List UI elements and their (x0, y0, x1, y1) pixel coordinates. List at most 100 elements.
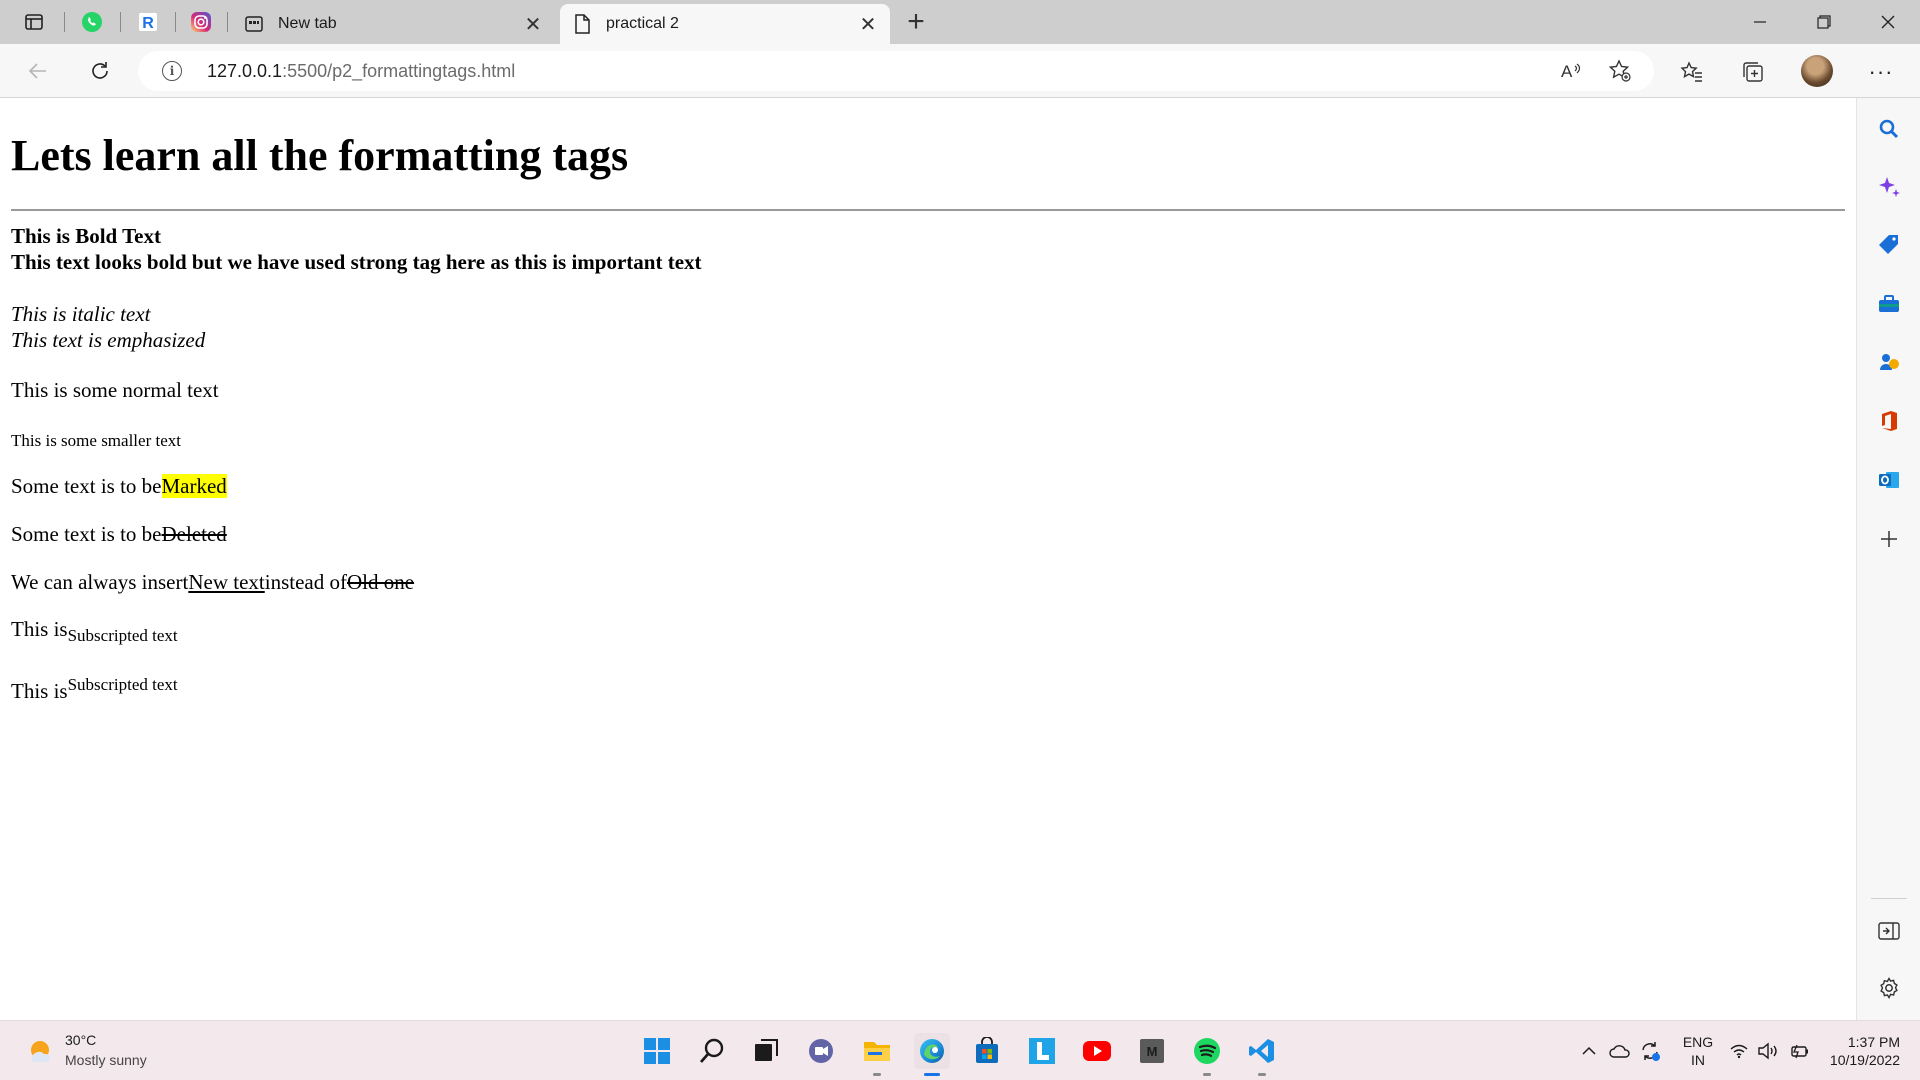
shopping-icon[interactable] (1871, 227, 1907, 263)
search-icon[interactable] (694, 1033, 730, 1069)
marked-line: Some text is to beMarked (11, 473, 227, 499)
l-app-icon[interactable] (1024, 1033, 1060, 1069)
language-code: ENG (1682, 1034, 1714, 1050)
office-icon[interactable] (1871, 403, 1907, 439)
weather-temperature[interactable]: 30°C (65, 1032, 96, 1048)
address-url[interactable]: 127.0.0.1:5500/p2_formattingtags.html (207, 61, 515, 82)
windows-taskbar: 30°C Mostly sunny M ENG IN 1:37 PM 10/19… (0, 1020, 1920, 1080)
deleted-text: Deleted (161, 522, 227, 546)
instagram-icon[interactable] (187, 8, 215, 36)
restore-button[interactable] (1792, 0, 1856, 44)
inserted-line: We can always insertNew textinstead ofOl… (11, 569, 414, 595)
file-explorer-icon[interactable] (859, 1033, 895, 1069)
teams-chat-icon[interactable] (803, 1033, 839, 1069)
tab-practical-2[interactable]: practical 2 ✕ (560, 4, 890, 44)
sidebar-divider (1871, 898, 1907, 899)
show-hidden-icons-icon[interactable] (1576, 1039, 1602, 1063)
vscode-icon[interactable] (1244, 1033, 1280, 1069)
start-icon[interactable] (639, 1033, 675, 1069)
active-indicator (924, 1073, 940, 1076)
superscript-text: Subscripted text (67, 675, 178, 694)
browser-toolbar: i 127.0.0.1:5500/p2_formattingtags.html … (0, 44, 1920, 98)
edge-sidebar (1856, 98, 1920, 1020)
hide-sidebar-icon[interactable] (1871, 913, 1907, 949)
weather-sun-icon[interactable] (27, 1037, 53, 1063)
horizontal-rule (11, 209, 1845, 211)
inserted-middle: instead of (264, 570, 347, 594)
tab-new-tab[interactable]: New tab ✕ (232, 4, 555, 44)
input-language[interactable]: ENG IN (1678, 1033, 1718, 1069)
add-sidebar-item-icon[interactable] (1871, 521, 1907, 557)
whatsapp-icon[interactable] (78, 8, 106, 36)
clock-date: 10/19/2022 (1829, 1052, 1900, 1068)
normal-text: This is some normal text (11, 378, 219, 402)
tab-separator (64, 12, 65, 32)
add-favorite-icon[interactable] (1604, 55, 1636, 87)
edge-browser-icon[interactable] (914, 1033, 950, 1069)
page-heading: Lets learn all the formatting tags (11, 131, 629, 180)
collections-icon[interactable] (1736, 55, 1770, 89)
old-text: Old one (346, 570, 415, 594)
site-info-icon[interactable]: i (162, 61, 182, 81)
sync-icon[interactable] (1637, 1039, 1663, 1063)
subscript-line: This isSubscripted text (11, 616, 178, 649)
favorites-icon[interactable] (1675, 55, 1709, 89)
deleted-prefix: Some text is to be (11, 522, 162, 546)
url-host: 127.0.0.1 (207, 61, 283, 81)
tab-actions-icon[interactable] (20, 8, 48, 36)
running-indicator (1203, 1073, 1211, 1076)
svg-text:A: A (1561, 62, 1573, 81)
weather-description[interactable]: Mostly sunny (65, 1052, 147, 1068)
outlook-icon[interactable] (1871, 462, 1907, 498)
search-icon[interactable] (1871, 111, 1907, 147)
onedrive-icon[interactable] (1607, 1039, 1633, 1063)
back-button[interactable] (20, 54, 56, 88)
marked-prefix: Some text is to be (11, 474, 162, 498)
m-app-icon[interactable]: M (1134, 1033, 1170, 1069)
refresh-button[interactable] (82, 54, 118, 88)
emphasized-text: This text is emphasized (11, 328, 206, 352)
profile-avatar[interactable] (1801, 55, 1833, 87)
superscript-prefix: This is (11, 679, 68, 703)
tab-title: New tab (278, 15, 337, 32)
close-tab-icon[interactable]: ✕ (854, 10, 882, 38)
microsoft-store-icon[interactable] (969, 1033, 1005, 1069)
system-clock[interactable]: 1:37 PM 10/19/2022 (1824, 1033, 1900, 1069)
running-indicator (1258, 1073, 1266, 1076)
volume-icon[interactable] (1755, 1039, 1781, 1063)
r-icon[interactable]: R (134, 8, 162, 36)
sidebar-settings-icon[interactable] (1871, 970, 1907, 1006)
strong-text: This text looks bold but we have used st… (11, 250, 702, 274)
games-icon[interactable] (1871, 344, 1907, 380)
subscript-prefix: This is (11, 617, 68, 641)
inserted-text: New text (188, 570, 265, 594)
youtube-icon[interactable] (1079, 1033, 1115, 1069)
tab-strip: R New tab ✕ practical 2 ✕ + (0, 0, 1920, 44)
minimize-button[interactable] (1728, 0, 1792, 44)
bold-text: This is Bold Text (11, 224, 161, 248)
wifi-icon[interactable] (1726, 1039, 1752, 1063)
task-view-icon[interactable] (748, 1033, 784, 1069)
web-page-content: Lets learn all the formatting tags This … (0, 98, 1856, 1020)
new-tab-button[interactable]: + (900, 5, 932, 38)
address-bar[interactable]: i 127.0.0.1:5500/p2_formattingtags.html … (138, 51, 1654, 91)
battery-icon[interactable] (1786, 1039, 1812, 1063)
tools-icon[interactable] (1871, 286, 1907, 322)
marked-text: Marked (161, 474, 227, 498)
clock-time: 1:37 PM (1847, 1034, 1900, 1050)
new-tab-page-icon (244, 14, 264, 34)
svg-text:M: M (1147, 1044, 1158, 1059)
close-window-button[interactable] (1856, 0, 1920, 44)
spotify-icon[interactable] (1189, 1033, 1225, 1069)
small-text: This is some smaller text (11, 431, 181, 450)
deleted-line: Some text is to beDeleted (11, 521, 227, 547)
language-region: IN (1691, 1052, 1705, 1068)
tab-separator (120, 12, 121, 32)
tab-title: practical 2 (606, 15, 679, 32)
superscript-line: This isSubscripted text (11, 672, 178, 704)
tab-separator (175, 12, 176, 32)
settings-and-more-icon[interactable]: ··· (1864, 55, 1898, 89)
read-aloud-icon[interactable]: A (1556, 55, 1588, 87)
discover-icon[interactable] (1871, 169, 1907, 205)
close-tab-icon[interactable]: ✕ (519, 10, 547, 38)
